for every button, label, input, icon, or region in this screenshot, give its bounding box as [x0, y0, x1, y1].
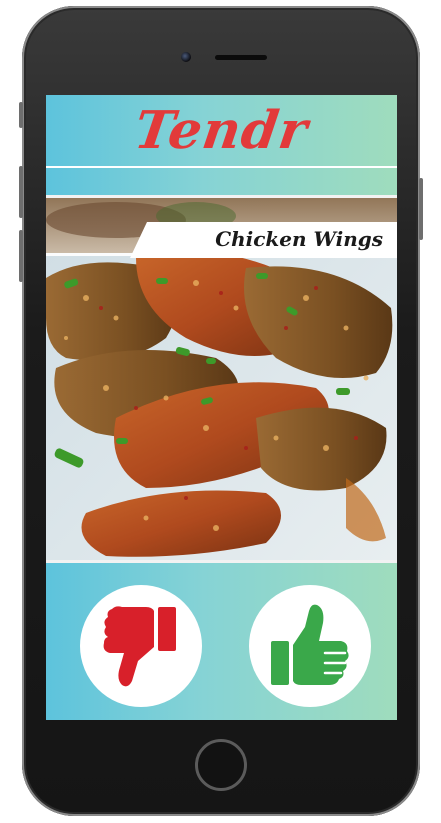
volume-up-button: [19, 166, 23, 218]
like-button[interactable]: [249, 585, 371, 707]
app-logo: Tendr: [131, 100, 313, 161]
mute-switch: [19, 102, 23, 128]
header-divider: [46, 166, 397, 168]
app-header: Tendr: [46, 95, 397, 167]
thumbs-up-icon: [271, 604, 349, 685]
power-button: [419, 178, 423, 240]
food-photo: [46, 198, 397, 560]
dislike-button[interactable]: [80, 585, 202, 707]
front-camera-icon: [181, 52, 191, 62]
food-card[interactable]: Chicken Wings: [46, 195, 397, 563]
home-button[interactable]: [195, 739, 247, 791]
earpiece-speaker: [215, 55, 267, 60]
dish-name: Chicken Wings: [215, 227, 383, 251]
thumbs-down-icon: [103, 606, 176, 687]
app-screen: Tendr Chicken Wings: [46, 95, 397, 720]
volume-down-button: [19, 230, 23, 282]
